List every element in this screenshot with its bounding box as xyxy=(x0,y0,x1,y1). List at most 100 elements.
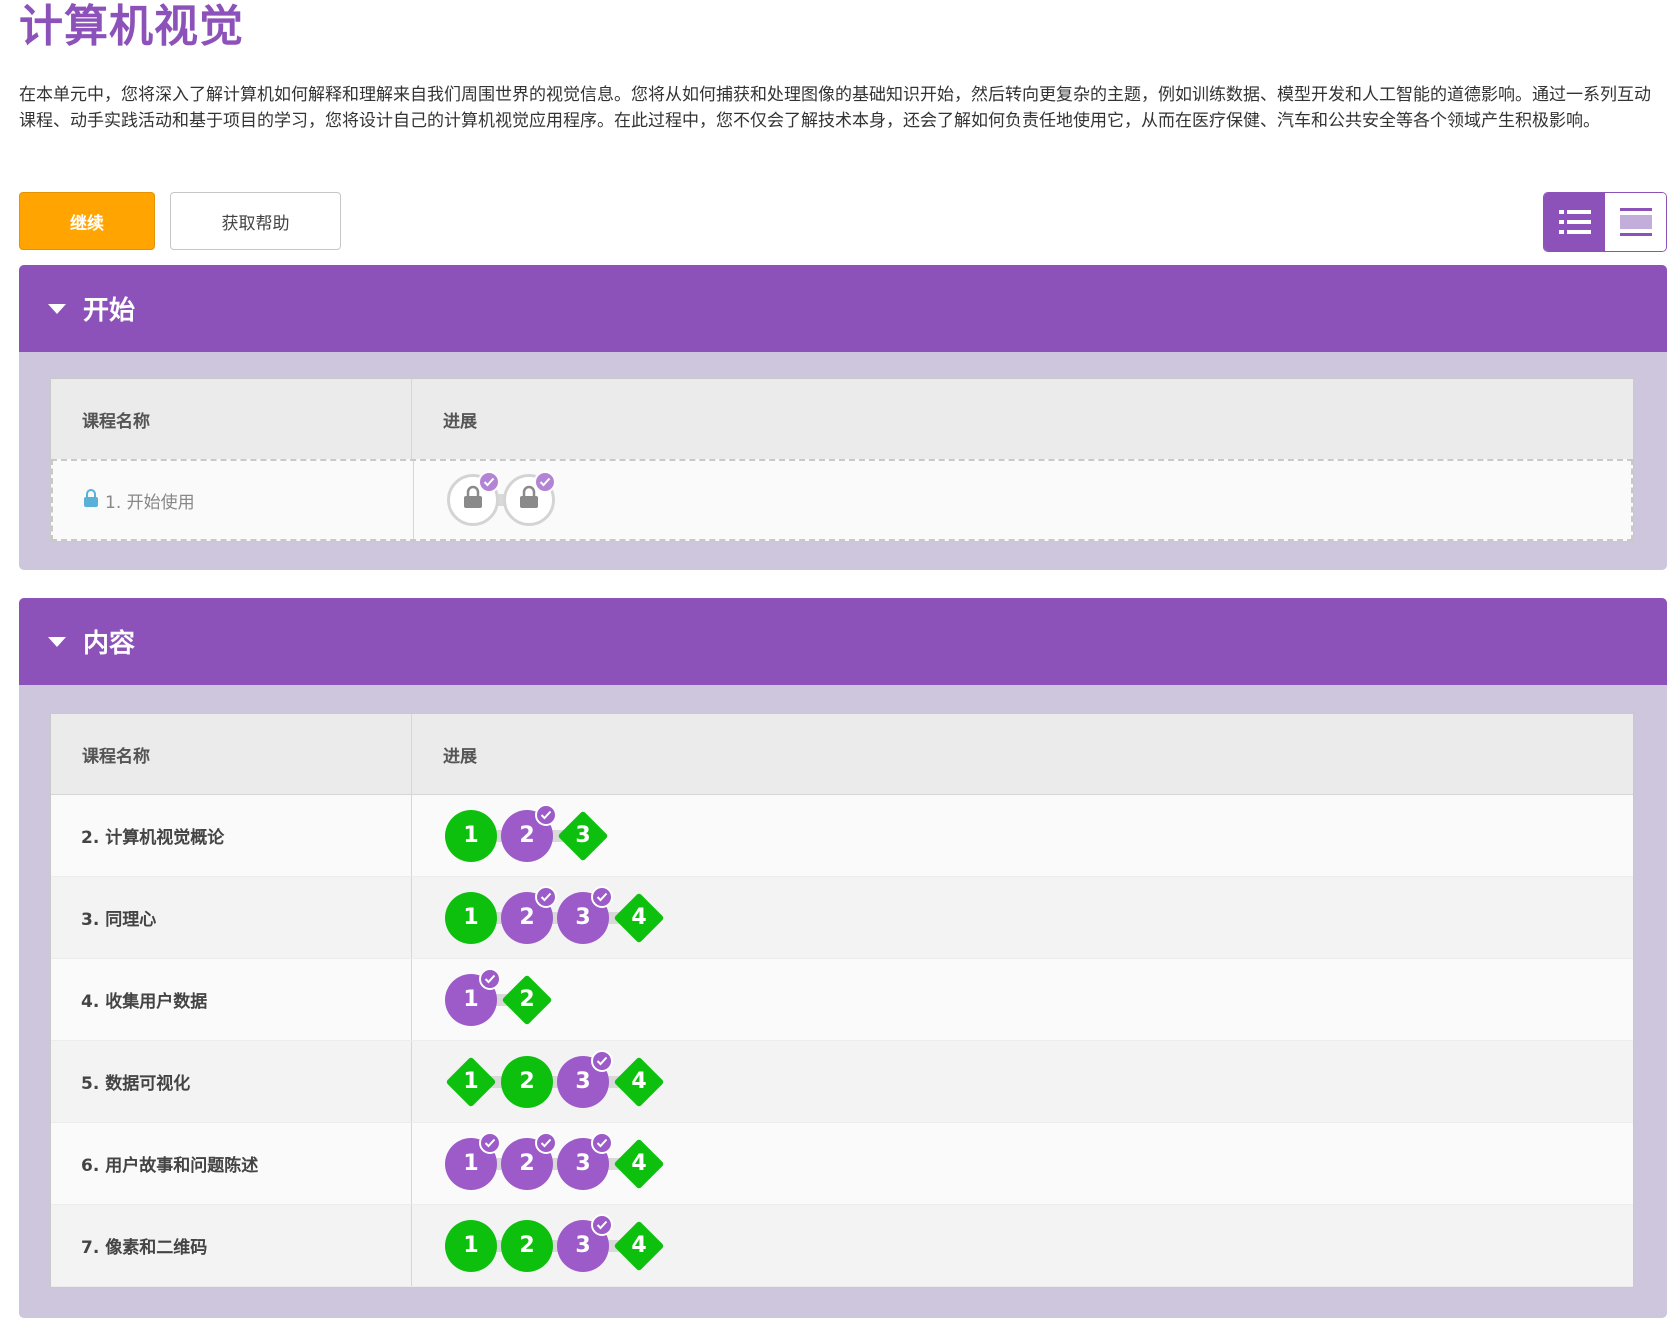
lesson-link[interactable]: 7. 像素和二维码 xyxy=(81,1233,207,1258)
progress-step[interactable]: 2 xyxy=(501,1055,553,1108)
lesson-name-cell: 3. 同理心 xyxy=(51,877,412,958)
lesson-table: 课程名称 进展 2. 计算机视觉概论 1 2 3 3. 同理心 1 2 3 4 4. 收集用户数据… xyxy=(50,713,1634,1288)
table-row: 4. 收集用户数据 1 2 xyxy=(51,959,1633,1041)
progress-cell: 12 xyxy=(412,959,1633,1040)
section-title: 内容 xyxy=(83,629,136,659)
continue-button[interactable]: 继续 xyxy=(19,192,155,250)
checkmark-icon xyxy=(534,471,556,493)
locked-step[interactable] xyxy=(503,471,556,526)
lesson-name-cell: 6. 用户故事和问题陈述 xyxy=(51,1123,412,1204)
progress-step[interactable]: 1 xyxy=(445,1131,501,1190)
lock-icon xyxy=(83,488,99,512)
progress-step[interactable]: 3 xyxy=(557,885,613,944)
section-title: 开始 xyxy=(83,296,136,326)
assessment-step[interactable]: 4 xyxy=(613,892,665,944)
progress-cell xyxy=(414,461,1631,539)
lesson-link[interactable]: 5. 数据可视化 xyxy=(81,1069,190,1094)
progress-step[interactable]: 3 xyxy=(557,1049,613,1108)
lesson-name-cell: 4. 收集用户数据 xyxy=(51,959,412,1040)
progress-cell: 1 2 3 4 xyxy=(412,1041,1633,1122)
lesson-table: 课程名称 进展 1. 开始使用 xyxy=(50,378,1634,542)
progress-track: 1 2 3 4 xyxy=(445,885,669,946)
assessment-step[interactable]: 3 xyxy=(557,810,609,862)
progress-step[interactable]: 3 xyxy=(557,1131,613,1190)
checkmark-icon xyxy=(535,1131,557,1154)
progress-step[interactable]: 3 xyxy=(557,1213,613,1272)
lesson-link[interactable]: 4. 收集用户数据 xyxy=(81,987,207,1012)
table-row: 3. 同理心 1 2 3 4 xyxy=(51,877,1633,959)
assessment-step[interactable]: 4 xyxy=(613,1138,665,1190)
progress-step[interactable]: 2 xyxy=(501,1131,557,1190)
unit-description: 在本单元中，您将深入了解计算机如何解释和理解来自我们周围世界的视觉信息。您将从如… xyxy=(19,85,1651,131)
step-number: 3 xyxy=(575,1233,591,1258)
lesson-link[interactable]: 2. 计算机视觉概论 xyxy=(81,823,224,848)
progress-step[interactable]: 1 xyxy=(445,891,497,944)
table-header: 课程名称 进展 xyxy=(51,379,1633,460)
lesson-link[interactable]: 1. 开始使用 xyxy=(105,488,195,513)
step-number: 3 xyxy=(575,1151,591,1176)
progress-step[interactable]: 1 xyxy=(445,809,497,862)
step-number: 1 xyxy=(463,987,479,1012)
list-summary-icon xyxy=(1619,208,1652,236)
section-getting-started: 开始 课程名称 进展 1. 开始使用 xyxy=(19,265,1667,570)
section-header[interactable]: 内容 xyxy=(19,598,1667,685)
step-number: 3 xyxy=(575,905,591,930)
progress-cell: 1 2 3 4 xyxy=(412,1123,1633,1204)
assessment-step[interactable]: 4 xyxy=(613,1056,665,1108)
caret-down-icon xyxy=(48,636,66,647)
section-content: 内容 课程名称 进展 2. 计算机视觉概论 1 2 3 3. 同理心 1 2 3 4 4. 收集用… xyxy=(19,598,1667,1318)
table-body: 2. 计算机视觉概论 1 2 3 3. 同理心 1 2 3 4 4. 收集用户数据 1 2 5. 数据可… xyxy=(51,795,1633,1287)
lesson-name-cell: 1. 开始使用 xyxy=(53,461,414,539)
step-number: 1 xyxy=(463,823,479,848)
get-help-button[interactable]: 获取帮助 xyxy=(170,192,341,250)
column-header-lesson-name: 课程名称 xyxy=(51,379,412,459)
step-number: 2 xyxy=(519,987,535,1012)
unit-page: 计算机视觉 在本单元中，您将深入了解计算机如何解释和理解来自我们周围世界的视觉信… xyxy=(0,0,1670,1318)
assessment-step[interactable]: 2 xyxy=(501,974,553,1026)
step-number: 4 xyxy=(631,905,647,930)
step-number: 1 xyxy=(463,905,479,930)
detail-view-button[interactable] xyxy=(1544,193,1605,251)
assessment-step[interactable]: 4 xyxy=(613,1220,665,1272)
step-number: 4 xyxy=(631,1069,647,1094)
progress-track: 1 2 3 xyxy=(445,803,613,864)
progress-cell: 1 2 3 4 xyxy=(412,877,1633,958)
checkmark-icon xyxy=(591,885,613,908)
step-number: 1 xyxy=(463,1151,479,1176)
checkmark-icon xyxy=(535,803,557,826)
checkmark-icon xyxy=(591,1049,613,1072)
step-number: 2 xyxy=(519,905,535,930)
table-row: 6. 用户故事和问题陈述 1 2 3 4 xyxy=(51,1123,1633,1205)
progress-track: 12 xyxy=(445,967,557,1028)
progress-step[interactable]: 1 xyxy=(445,1219,497,1272)
lesson-link[interactable]: 3. 同理心 xyxy=(81,905,156,930)
locked-step[interactable] xyxy=(447,471,500,526)
progress-step[interactable]: 2 xyxy=(501,885,557,944)
list-detail-icon xyxy=(1558,210,1591,234)
section-header[interactable]: 开始 xyxy=(19,265,1667,352)
caret-down-icon xyxy=(48,303,66,314)
step-number: 3 xyxy=(575,823,591,848)
checkmark-icon xyxy=(535,885,557,908)
lesson-link[interactable]: 6. 用户故事和问题陈述 xyxy=(81,1151,258,1176)
checkmark-icon xyxy=(591,1213,613,1236)
lesson-name-cell: 7. 像素和二维码 xyxy=(51,1205,412,1286)
step-number: 2 xyxy=(519,823,535,848)
step-number: 4 xyxy=(631,1151,647,1176)
progress-step[interactable]: 2 xyxy=(501,1219,553,1272)
step-number: 4 xyxy=(631,1233,647,1258)
lesson-name-cell: 5. 数据可视化 xyxy=(51,1041,412,1122)
progress-step[interactable]: 1 xyxy=(445,967,501,1026)
step-number: 2 xyxy=(519,1233,535,1258)
column-header-progress: 进展 xyxy=(443,746,477,767)
step-number: 1 xyxy=(463,1233,479,1258)
summary-view-button[interactable] xyxy=(1605,193,1666,251)
progress-step[interactable]: 2 xyxy=(501,803,557,862)
table-row: 7. 像素和二维码 1 2 3 4 xyxy=(51,1205,1633,1287)
assessment-step[interactable]: 1 xyxy=(445,1056,497,1108)
step-number: 2 xyxy=(519,1069,535,1094)
step-number: 1 xyxy=(463,1069,479,1094)
table-header: 课程名称 进展 xyxy=(51,714,1633,795)
step-number: 3 xyxy=(575,1069,591,1094)
lesson-name-cell: 2. 计算机视觉概论 xyxy=(51,795,412,876)
